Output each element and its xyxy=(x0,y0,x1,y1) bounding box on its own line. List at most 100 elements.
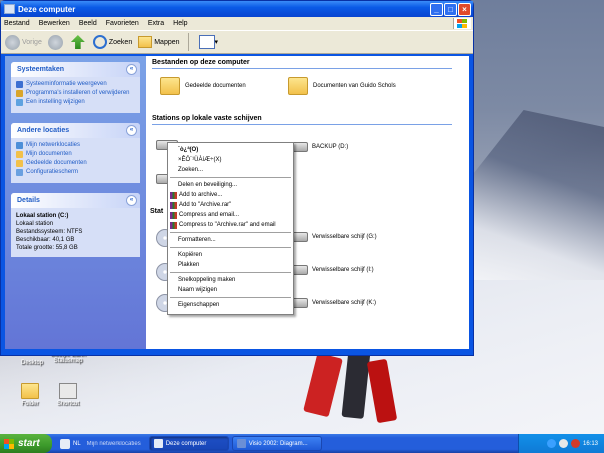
security-tray-icon[interactable] xyxy=(570,439,580,448)
collapse-chevron-icon[interactable]: « xyxy=(126,125,137,136)
menu-bar: Bestand Bewerken Beeld Favorieten Extra … xyxy=(1,17,473,30)
task-link-system-info[interactable]: Systeeminformatie weergeven xyxy=(16,81,135,88)
backup-drive-d[interactable]: BACKUP (D:) xyxy=(286,142,348,152)
shared-documents-folder[interactable]: Gedeelde documenten xyxy=(160,77,246,95)
folders-icon xyxy=(138,36,153,48)
menu-item-search[interactable]: Zoeken... xyxy=(168,165,293,175)
menu-item-compress-rar-email[interactable]: Compress to "Archive.rar" and email xyxy=(168,220,293,230)
desktop-icon[interactable]: Shortcut xyxy=(38,383,98,407)
search-icon xyxy=(92,35,107,49)
menu-item-compress-email[interactable]: Compress and email... xyxy=(168,210,293,220)
menu-item-rename[interactable]: Naam wijzigen xyxy=(168,285,293,295)
volume-tray-icon[interactable] xyxy=(558,439,568,448)
minimize-button[interactable]: _ xyxy=(430,2,443,16)
windows-logo-icon xyxy=(453,18,471,29)
place-link-network[interactable]: Mijn netwerklocaties xyxy=(16,142,135,149)
place-link-shared-documents[interactable]: Gedeelde documenten xyxy=(16,160,135,167)
start-label: start xyxy=(18,438,40,449)
removable-drive-k[interactable]: Verwisselbare schijf (K:) xyxy=(286,298,376,308)
menu-item-add-archive-rar[interactable]: Add to "Archive.rar" xyxy=(168,200,293,210)
back-arrow-icon xyxy=(5,34,20,50)
up-button[interactable] xyxy=(70,35,87,49)
details-header[interactable]: Details « xyxy=(11,193,140,208)
close-button[interactable]: × xyxy=(458,2,471,16)
winrar-icon xyxy=(170,221,177,229)
mountain-image xyxy=(470,110,604,280)
task-link-label: Systeeminformatie weergeven xyxy=(26,81,107,87)
menu-item-explore[interactable]: ×ÊÔ´¹ÜÀíÆ÷(X) xyxy=(168,155,293,165)
visio-icon xyxy=(236,439,246,448)
menu-item-add-archive[interactable]: Add to archive... xyxy=(168,190,293,200)
search-label: Zoeken xyxy=(108,38,133,46)
place-link-my-documents[interactable]: Mijn documenten xyxy=(16,151,135,158)
item-label: Gedeelde documenten xyxy=(185,83,246,89)
computer-icon xyxy=(153,439,163,448)
start-button[interactable]: start xyxy=(0,434,52,453)
quick-launch-item[interactable]: Mijn netwerklocaties xyxy=(87,441,141,447)
title-bar[interactable]: Deze computer _ □ × xyxy=(1,1,473,17)
language-icon xyxy=(60,438,70,449)
forward-arrow-icon xyxy=(47,34,63,50)
shortcut-icon xyxy=(59,383,77,399)
place-link-control-panel[interactable]: Configuratiescherm xyxy=(16,169,135,176)
menu-tools[interactable]: Extra xyxy=(148,20,164,27)
taskbar-button-label: Visio 2002: Diagram... xyxy=(248,440,308,447)
toolbar-separator xyxy=(187,33,189,51)
folders-button[interactable]: Mappen xyxy=(138,36,180,48)
menu-item-properties[interactable]: Eigenschappen xyxy=(168,300,293,310)
maximize-button[interactable]: □ xyxy=(444,2,457,16)
menu-separator xyxy=(170,272,291,273)
up-arrow-icon xyxy=(70,35,85,49)
detail-free-space: Beschikbaar: 40,1 GB xyxy=(16,237,75,243)
menu-item-paste[interactable]: Plakken xyxy=(168,260,293,270)
forward-button[interactable] xyxy=(47,34,65,50)
winrar-icon xyxy=(170,201,177,209)
desktop-icon-label: Statusmap xyxy=(53,358,83,364)
system-tasks-title: Systeemtaken xyxy=(17,66,65,73)
windows-flag-icon xyxy=(4,438,15,449)
menu-item-copy[interactable]: Kopiëren xyxy=(168,250,293,260)
task-link-settings[interactable]: Een instelling wijzigen xyxy=(16,99,135,106)
clock[interactable]: 16:13 xyxy=(583,441,598,447)
files-group-header: Bestanden op deze computer xyxy=(152,59,452,69)
menu-file[interactable]: Bestand xyxy=(4,20,30,27)
back-button[interactable]: Vorige xyxy=(5,34,42,50)
menu-item-label: Add to archive... xyxy=(179,192,223,198)
menu-view[interactable]: Beeld xyxy=(79,20,97,27)
user-documents-folder[interactable]: Documenten van Guido Schols xyxy=(288,77,396,95)
system-tray: 16:13 xyxy=(518,434,604,453)
taskbar-button-visio[interactable]: Visio 2002: Diagram... xyxy=(231,436,322,451)
collapse-chevron-icon[interactable]: « xyxy=(126,64,137,75)
ski-image xyxy=(341,349,371,419)
ski-image xyxy=(366,358,398,424)
folder-icon xyxy=(288,77,308,95)
computer-icon xyxy=(4,4,15,14)
detail-total-size: Totale grootte: 55,8 GB xyxy=(16,245,78,251)
winrar-icon xyxy=(170,211,177,219)
collapse-chevron-icon[interactable]: « xyxy=(126,195,137,206)
removable-drive-g[interactable]: Verwisselbare schijf (G:) xyxy=(286,232,377,242)
views-button[interactable]: ▾ xyxy=(195,35,218,49)
removable-group-header: Stat xyxy=(150,208,164,215)
task-link-programs[interactable]: Programma's installeren of verwijderen xyxy=(16,90,135,97)
search-button[interactable]: Zoeken xyxy=(92,35,133,49)
taskbar-button-explorer[interactable]: Deze computer xyxy=(148,436,229,451)
language-indicator[interactable]: NL xyxy=(73,441,81,447)
place-link-label: Gedeelde documenten xyxy=(26,160,87,166)
system-tasks-header[interactable]: Systeemtaken « xyxy=(11,62,140,77)
menu-help[interactable]: Help xyxy=(173,20,187,27)
menu-item-sharing[interactable]: Delen en beveiliging... xyxy=(168,180,293,190)
other-places-panel: Andere locaties « Mijn netwerklocaties M… xyxy=(11,123,140,183)
folder-icon xyxy=(16,151,23,158)
menu-item-create-shortcut[interactable]: Snelkoppeling maken xyxy=(168,275,293,285)
menu-item-format[interactable]: Formatteren... xyxy=(168,235,293,245)
menu-edit[interactable]: Bewerken xyxy=(39,20,70,27)
task-link-label: Een instelling wijzigen xyxy=(26,99,85,105)
detail-name: Lokaal station (C:) xyxy=(16,213,69,219)
menu-item-open[interactable]: ´ò¿ª(O) xyxy=(168,145,293,155)
details-panel: Details « Lokaal station (C:) Lokaal sta… xyxy=(11,193,140,257)
menu-favorites[interactable]: Favorieten xyxy=(106,20,139,27)
other-places-header[interactable]: Andere locaties « xyxy=(11,123,140,138)
network-tray-icon[interactable] xyxy=(546,439,556,448)
removable-drive-i[interactable]: Verwisselbare schijf (I:) xyxy=(286,265,374,275)
